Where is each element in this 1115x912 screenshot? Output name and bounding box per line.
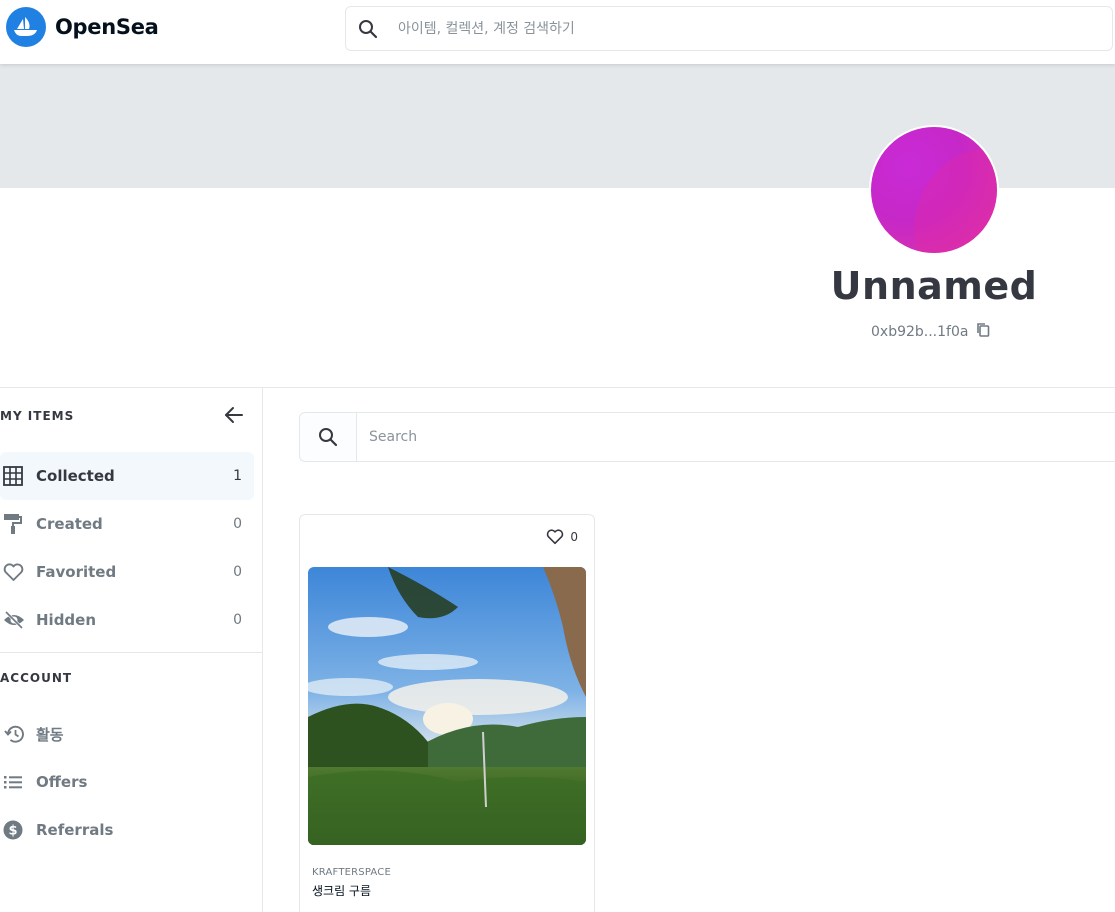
top-header: OpenSea (0, 0, 1115, 64)
favorite-count: 0 (570, 530, 578, 544)
wallet-address-text: 0xb92b...1f0a (871, 323, 969, 340)
copy-icon[interactable] (976, 322, 990, 341)
sidebar-item-count: 0 (233, 564, 242, 580)
sidebar: MY ITEMS Collected 1 Created 0 Favorited… (0, 388, 263, 912)
sidebar-item-label: Referrals (36, 821, 114, 839)
eye-off-icon (0, 608, 28, 632)
sidebar-item-referrals[interactable]: $ Referrals (0, 806, 254, 854)
heart-icon (547, 529, 564, 545)
sidebar-divider (0, 652, 262, 653)
list-icon (0, 770, 28, 794)
sidebar-item-label: Favorited (36, 563, 117, 581)
paint-roller-icon (0, 512, 28, 536)
sidebar-item-favorited[interactable]: Favorited 0 (0, 548, 254, 596)
avatar[interactable] (869, 125, 999, 255)
items-search-input[interactable] (369, 429, 1069, 445)
sidebar-item-label: 활동 (36, 725, 64, 744)
sidebar-item-collected[interactable]: Collected 1 (0, 452, 254, 500)
global-search-bar[interactable] (345, 6, 1113, 51)
sidebar-item-activity[interactable]: 활동 (0, 710, 254, 758)
heart-icon (0, 560, 28, 584)
wallet-address[interactable]: 0xb92b...1f0a (871, 322, 990, 341)
favorite-button[interactable]: 0 (546, 529, 578, 545)
sidebar-item-count: 1 (233, 468, 242, 484)
nft-card[interactable]: 0 KRAFTERSPACE 생크림 구름 (299, 514, 595, 912)
my-items-title: MY ITEMS (0, 409, 75, 423)
sidebar-item-hidden[interactable]: Hidden 0 (0, 596, 254, 644)
opensea-logo[interactable]: OpenSea (6, 7, 159, 47)
sidebar-item-count: 0 (233, 612, 242, 628)
items-search-bar[interactable] (299, 412, 1115, 462)
account-title: ACCOUNT (0, 671, 73, 685)
dollar-circle-icon: $ (0, 818, 28, 842)
sidebar-item-label: Offers (36, 773, 88, 791)
svg-text:$: $ (8, 824, 17, 839)
search-icon (346, 19, 390, 39)
sidebar-item-label: Collected (36, 467, 115, 485)
nft-title[interactable]: 생크림 구름 (312, 882, 371, 899)
global-search-input[interactable] (398, 20, 1038, 37)
sidebar-item-count: 0 (233, 516, 242, 532)
sidebar-item-label: Hidden (36, 611, 97, 629)
history-icon (0, 722, 28, 746)
sidebar-item-created[interactable]: Created 0 (0, 500, 254, 548)
sidebar-item-offers[interactable]: Offers (0, 758, 254, 806)
collection-name[interactable]: KRAFTERSPACE (312, 867, 391, 878)
opensea-boat-icon (6, 7, 46, 47)
sidebar-item-label: Created (36, 515, 103, 533)
brand-name: OpenSea (55, 15, 159, 39)
nft-image[interactable] (308, 567, 586, 845)
profile-name: Unnamed (830, 264, 1038, 308)
search-icon[interactable] (300, 413, 357, 461)
arrow-left-icon[interactable] (223, 405, 245, 429)
grid-icon (0, 464, 28, 488)
